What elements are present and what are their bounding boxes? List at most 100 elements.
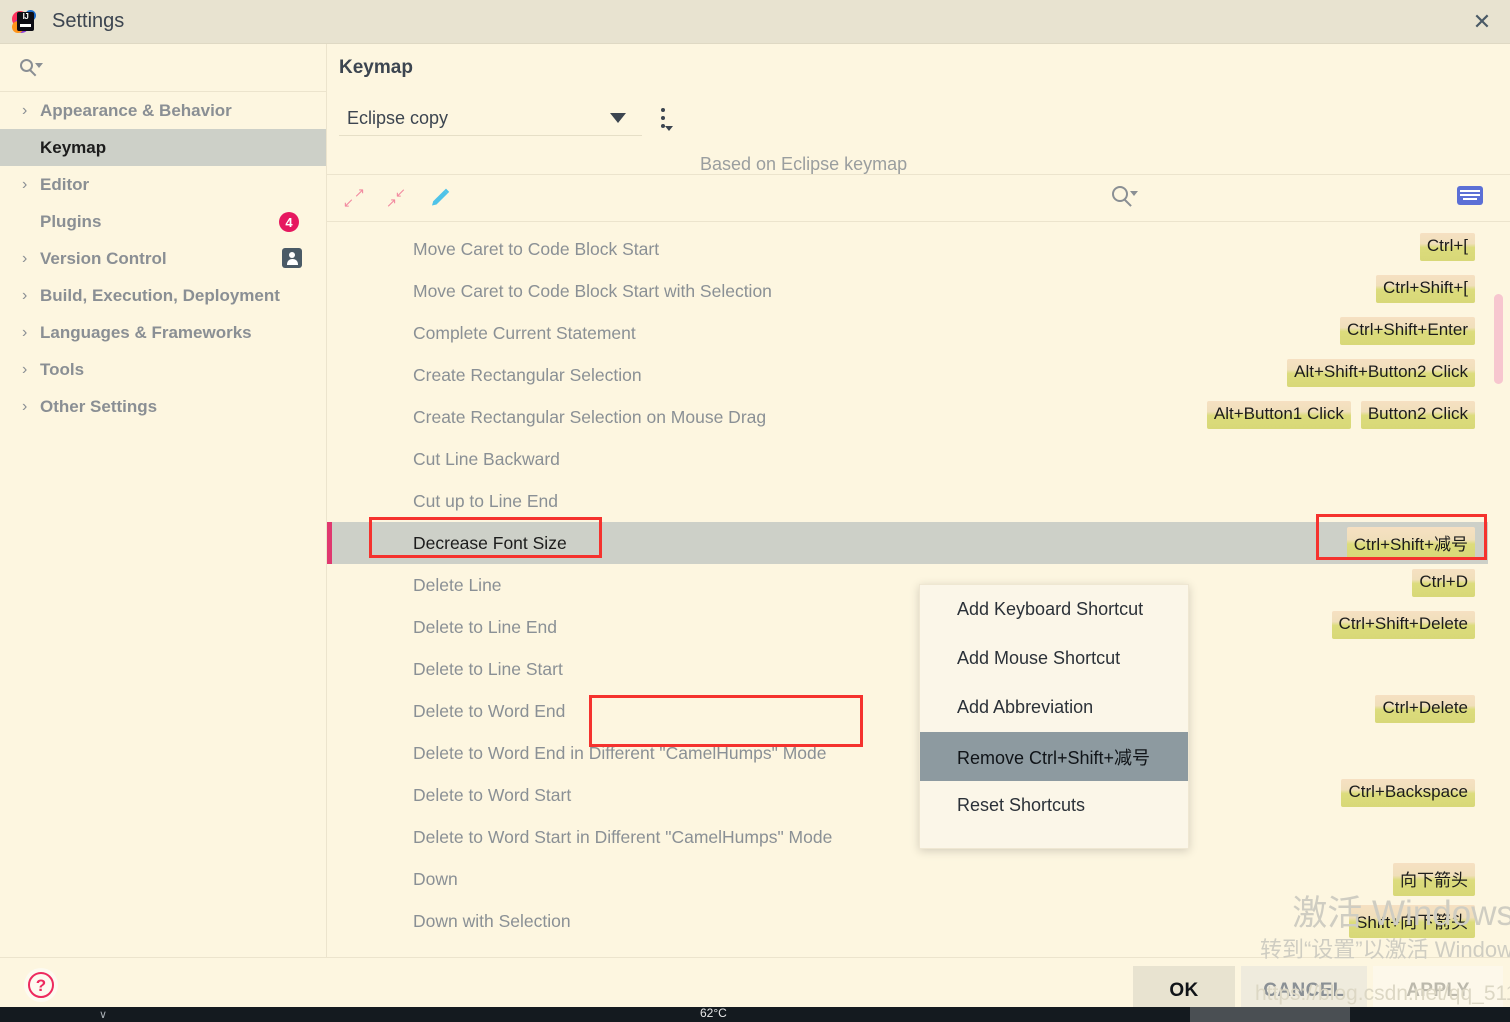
sidebar-item-keymap[interactable]: ›Keymap — [0, 129, 326, 166]
sidebar-search-input[interactable] — [0, 44, 326, 92]
chevron-right-icon: › — [22, 175, 28, 193]
search-icon — [20, 58, 43, 77]
shortcut-badge[interactable]: Alt+Shift+Button2 Click — [1287, 359, 1475, 387]
chevron-right-icon: › — [22, 397, 28, 415]
shortcut-badge[interactable]: Ctrl+Shift+减号 — [1346, 527, 1475, 560]
sidebar-item-appearance-behavior[interactable]: › Appearance & Behavior — [0, 92, 326, 129]
action-name: Cut Line Backward — [413, 448, 560, 469]
sidebar-item-label: Languages & Frameworks — [40, 322, 252, 342]
action-name: Down — [413, 868, 458, 889]
table-row[interactable]: Cut Line Backward — [327, 438, 1488, 480]
shortcut-badge[interactable]: Ctrl+D — [1412, 569, 1475, 597]
collapse-all-icon[interactable]: ↙ ↗ — [384, 185, 410, 211]
shortcut-list: Ctrl+[ — [1419, 233, 1475, 261]
chevron-right-icon: › — [22, 249, 28, 267]
shortcut-badge[interactable]: Ctrl+[ — [1419, 233, 1475, 261]
shortcut-badge[interactable]: Shift+向下箭头 — [1349, 905, 1475, 938]
sidebar-item-label: Other Settings — [40, 396, 158, 416]
taskbar-active-item[interactable] — [1190, 1007, 1350, 1022]
table-row[interactable]: Delete to Word Start in Different "Camel… — [327, 816, 1488, 858]
sidebar-item-label: Tools — [40, 359, 85, 379]
shortcut-badge[interactable]: Ctrl+Shift+Delete — [1331, 611, 1475, 639]
action-name: Delete to Line Start — [413, 658, 563, 679]
sidebar-item-label: Appearance & Behavior — [40, 100, 232, 120]
table-row[interactable]: Delete to Word End Ctrl+Delete — [327, 690, 1488, 732]
keymap-options-button[interactable] — [657, 106, 679, 134]
action-name: Down with Selection — [413, 910, 571, 931]
table-row[interactable]: Down 向下箭头 — [327, 858, 1488, 900]
table-row[interactable]: Create Rectangular Selection Alt+Shift+Bu… — [327, 354, 1488, 396]
shortcut-badge[interactable]: 向下箭头 — [1393, 863, 1475, 896]
pencil-icon[interactable] — [428, 186, 452, 210]
table-row[interactable]: Move Caret to Code Block Start Ctrl+[ — [327, 228, 1488, 270]
keymap-select-value: Eclipse copy — [347, 108, 449, 128]
help-button[interactable]: ? — [24, 968, 58, 1002]
action-name: Delete Line — [413, 574, 502, 595]
table-row[interactable]: Move Caret to Code Block Start with Sele… — [327, 270, 1488, 312]
table-row[interactable]: Delete to Word Start Ctrl+Backspace — [327, 774, 1488, 816]
menu-item[interactable]: Add Mouse Shortcut — [920, 634, 1188, 683]
sidebar-item-build-execution-deployment[interactable]: › Build, Execution, Deployment — [0, 277, 326, 314]
context-menu-items: Add Keyboard Shortcut Add Mouse Shortcut A… — [920, 585, 1188, 830]
keymap-toolbar: ↗ ↙ ↙ ↗ — [327, 175, 1510, 221]
action-name: Cut up to Line End — [413, 490, 558, 511]
action-name: Create Rectangular Selection on Mouse Dr… — [413, 406, 767, 427]
sidebar-item-other-settings[interactable]: › Other Settings — [0, 388, 326, 425]
shortcut-list: Alt+Button1 Click Button2 Click — [1206, 401, 1475, 429]
chevron-right-icon: › — [22, 101, 28, 119]
dialog-footer: ? OK CANCEL APPLY — [0, 957, 1510, 1015]
settings-sidebar: ›Appearance & Behavior›Keymap›Editor›Plu… — [0, 44, 327, 957]
table-row[interactable]: Decrease Font Size Ctrl+Shift+减号 — [327, 522, 1488, 564]
keymap-select[interactable]: Eclipse copy — [339, 102, 642, 136]
keyboard-icon[interactable] — [1457, 186, 1483, 205]
intellij-idea-icon: IJ — [12, 9, 38, 35]
based-on-label: Based on Eclipse keymap — [700, 154, 908, 174]
chevron-right-icon: › — [22, 323, 28, 341]
user-account-icon — [282, 248, 302, 268]
action-name: Delete to Line End — [413, 616, 557, 637]
sidebar-item-plugins[interactable]: ›Plugins4 — [0, 203, 326, 240]
menu-item[interactable]: Remove Ctrl+Shift+减号 — [920, 732, 1188, 781]
sidebar-item-version-control[interactable]: › Version Control — [0, 240, 326, 277]
shortcut-list: Ctrl+Backspace — [1341, 779, 1475, 807]
menu-item[interactable]: Add Keyboard Shortcut — [920, 585, 1188, 634]
shortcut-list: Ctrl+Delete — [1375, 695, 1475, 723]
table-row[interactable]: Create Rectangular Selection on Mouse Dr… — [327, 396, 1488, 438]
table-row[interactable]: Delete to Word End in Different "CamelHu… — [327, 732, 1488, 774]
shortcut-badge[interactable]: Button2 Click — [1360, 401, 1475, 429]
table-row[interactable]: Down with Selection Shift+向下箭头 — [327, 900, 1488, 942]
close-icon[interactable]: ✕ — [1454, 0, 1510, 44]
menu-item[interactable]: Reset Shortcuts — [920, 781, 1188, 830]
search-icon[interactable] — [1112, 186, 1138, 208]
action-name: Decrease Font Size — [413, 532, 567, 553]
table-row[interactable]: Delete to Line End Ctrl+Shift+Delete — [327, 606, 1488, 648]
sidebar-item-languages-frameworks[interactable]: › Languages & Frameworks — [0, 314, 326, 351]
sidebar-item-label: Editor — [40, 174, 90, 194]
shortcut-list: 向下箭头 — [1393, 863, 1475, 896]
table-row[interactable]: Delete to Line Start — [327, 648, 1488, 690]
menu-item[interactable]: Add Abbreviation — [920, 683, 1188, 732]
shortcut-badge[interactable]: Ctrl+Backspace — [1341, 779, 1475, 807]
action-name: Move Caret to Code Block Start with Sele… — [413, 280, 772, 301]
expand-all-icon[interactable]: ↗ ↙ — [342, 185, 368, 211]
shortcut-badge[interactable]: Ctrl+Delete — [1375, 695, 1475, 723]
shortcut-badge[interactable]: Ctrl+Shift+Enter — [1340, 317, 1475, 345]
table-row[interactable]: Cut up to Line End — [327, 480, 1488, 522]
table-row[interactable]: Complete Current Statement Ctrl+Shift+Ent… — [327, 312, 1488, 354]
shortcut-badge[interactable]: Alt+Button1 Click — [1206, 401, 1351, 429]
table-row[interactable]: Delete Line Ctrl+D — [327, 564, 1488, 606]
shortcut-badge[interactable]: Ctrl+Shift+[ — [1375, 275, 1475, 303]
shortcut-context-menu[interactable]: Add Keyboard Shortcut Add Mouse Shortcut A… — [919, 584, 1189, 849]
sidebar-item-editor[interactable]: › Editor — [0, 166, 326, 203]
title-bar: IJ Settings ✕ — [0, 0, 1510, 44]
shortcut-list: Ctrl+D — [1412, 569, 1475, 597]
action-name: Delete to Word End — [413, 700, 566, 721]
sidebar-item-label: Plugins — [40, 211, 102, 231]
sidebar-item-label: Build, Execution, Deployment — [40, 285, 280, 305]
window-title: Settings — [52, 10, 125, 32]
sidebar-item-list: ›Appearance & Behavior›Keymap›Editor›Plu… — [0, 92, 326, 425]
sidebar-item-tools[interactable]: › Tools — [0, 351, 326, 388]
action-name: Delete to Word Start — [413, 784, 572, 805]
list-scrollbar[interactable] — [1494, 294, 1503, 384]
action-name: Complete Current Statement — [413, 322, 636, 343]
